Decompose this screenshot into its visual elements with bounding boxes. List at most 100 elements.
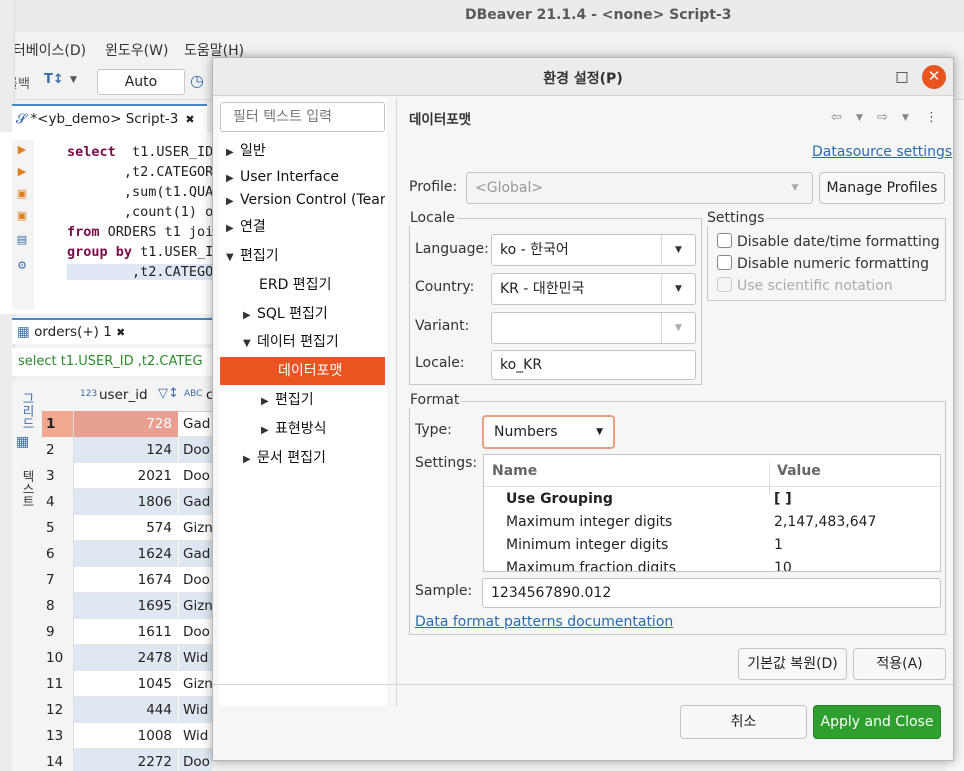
category-cell: Gad bbox=[179, 541, 212, 567]
disable-numeric-checkbox[interactable]: Disable numeric formatting bbox=[717, 255, 929, 272]
table-row[interactable]: 13 1008 Wid bbox=[42, 723, 212, 749]
execute-icon[interactable]: ▶ bbox=[16, 144, 28, 156]
variant-combo[interactable]: ▼ bbox=[491, 312, 696, 344]
chevron-down-icon[interactable]: ▼ bbox=[70, 75, 77, 99]
tree-item-label: ERD 편집기 bbox=[259, 277, 332, 293]
sample-input[interactable]: 1234567890.012 bbox=[482, 578, 941, 608]
column-header-user-id[interactable]: user_id bbox=[99, 387, 148, 403]
explain-icon[interactable]: ▣ bbox=[16, 210, 28, 222]
tree-item-version-control[interactable]: ▶ Version Control (Team) bbox=[226, 187, 385, 213]
table-row[interactable]: 11 1045 Gizn bbox=[42, 671, 212, 697]
scientific-notation-checkbox[interactable]: Use scientific notation bbox=[717, 277, 893, 294]
more-menu-icon[interactable]: ⋮ bbox=[925, 110, 938, 125]
country-combo[interactable]: KR - 대한민국 ▼ bbox=[491, 273, 696, 305]
execute-statement-icon[interactable]: ▶ bbox=[16, 166, 28, 178]
language-combo[interactable]: ko - 한국어 ▼ bbox=[491, 234, 696, 266]
profile-combo[interactable]: <Global> ▼ bbox=[466, 172, 813, 204]
tree-item-sql-editor[interactable]: ▶ SQL 편집기 bbox=[243, 301, 328, 327]
table-row[interactable]: 12 444 Wid bbox=[42, 697, 212, 723]
table-row[interactable]: 14 2272 Doo bbox=[42, 749, 212, 771]
tree-filter-input[interactable]: 필터 텍스트 입력 bbox=[220, 102, 385, 132]
code-keyword: group by bbox=[67, 244, 133, 260]
sort-filter-icon[interactable]: ▽↕ bbox=[158, 386, 179, 401]
results-tab[interactable]: ▦ orders(+) 1 ✖ bbox=[12, 318, 212, 344]
table-row[interactable]: 9 1611 Doo bbox=[42, 619, 212, 645]
close-icon[interactable]: ✖ bbox=[116, 326, 125, 339]
datasource-settings-link[interactable]: Datasource settings bbox=[812, 144, 952, 160]
commit-mode-combo[interactable]: Auto bbox=[97, 69, 185, 95]
language-value: ko - 한국어 bbox=[500, 242, 569, 258]
tree-item-data-format[interactable]: 데이터포맷 bbox=[220, 357, 385, 385]
menu-window[interactable]: 윈도우(W) bbox=[105, 40, 168, 60]
checkbox-label: Disable date/time formatting bbox=[737, 234, 940, 250]
category-cell: Doo bbox=[183, 624, 210, 640]
chevron-down-icon: ▼ bbox=[661, 274, 695, 304]
row-number: 5 bbox=[42, 515, 74, 541]
grid-view-tab[interactable]: 그리드 bbox=[15, 392, 37, 430]
category-cell: Doo bbox=[183, 468, 210, 484]
table-row[interactable]: 2 124 Doo bbox=[42, 437, 212, 463]
table-row[interactable]: 7 1674 Doo bbox=[42, 567, 212, 593]
chevron-down-icon[interactable]: ▼ bbox=[902, 113, 909, 123]
format-docs-link[interactable]: Data format patterns documentation bbox=[415, 614, 673, 630]
table-row[interactable]: 10 2478 Wid bbox=[42, 645, 212, 671]
cancel-button[interactable]: 취소 bbox=[680, 705, 807, 739]
document-icon[interactable]: ▤ bbox=[16, 234, 28, 246]
table-row[interactable]: 5 574 Gizn bbox=[42, 515, 212, 541]
setting-value: 2,147,483,647 bbox=[774, 514, 877, 530]
category-cell: Doo bbox=[183, 572, 210, 588]
tree-item-connections[interactable]: ▶ 연결 bbox=[226, 214, 266, 240]
restore-defaults-button[interactable]: 기본값 복원(D) bbox=[738, 648, 847, 680]
editor-tab[interactable]: 𝓢 *<yb_demo> Script-3 ✖ bbox=[12, 104, 207, 132]
tree-item-editors[interactable]: ▼ 편집기 bbox=[226, 243, 279, 269]
disable-datetime-checkbox[interactable]: Disable date/time formatting bbox=[717, 233, 940, 250]
close-dialog-icon[interactable]: ✕ bbox=[922, 65, 946, 89]
locale-input[interactable]: ko_KR bbox=[491, 350, 696, 380]
grid-header: 123 user_id ▽↕ ABC c bbox=[42, 380, 213, 412]
apply-and-close-button[interactable]: Apply and Close bbox=[813, 705, 941, 739]
table-row[interactable]: Use Grouping [ ] bbox=[484, 488, 940, 511]
table-row[interactable]: Maximum integer digits 2,147,483,647 bbox=[484, 511, 940, 534]
grid-icon: ▦ bbox=[16, 434, 30, 450]
code-line: ,sum(t1.QUA bbox=[67, 184, 214, 200]
chevron-right-icon: ▶ bbox=[261, 396, 269, 407]
checkbox-box bbox=[717, 233, 732, 248]
user-id-cell: 728 bbox=[74, 411, 178, 437]
maximize-icon[interactable]: □ bbox=[891, 66, 913, 88]
tree-item-general[interactable]: ▶ 일반 bbox=[226, 138, 266, 164]
back-arrow-icon[interactable]: ⇦ bbox=[831, 110, 842, 125]
tree-item-erd-editor[interactable]: ERD 편집기 bbox=[259, 272, 331, 298]
transaction-mode-icon[interactable]: T↕ bbox=[44, 72, 64, 96]
execute-script-icon[interactable]: ▣ bbox=[16, 188, 28, 200]
tree-item-presentation[interactable]: ▶ 표현방식 bbox=[261, 416, 327, 442]
manage-profiles-button[interactable]: Manage Profiles bbox=[819, 172, 945, 204]
table-row[interactable]: 3 2021 Doo bbox=[42, 463, 212, 489]
table-row[interactable]: 8 1695 Gizn bbox=[42, 593, 212, 619]
setting-name: Minimum integer digits bbox=[506, 537, 669, 553]
table-row[interactable]: 6 1624 Gad bbox=[42, 541, 212, 567]
apply-button[interactable]: 적용(A) bbox=[853, 648, 946, 680]
forward-arrow-icon[interactable]: ⇨ bbox=[877, 110, 888, 125]
type-combo[interactable]: Numbers ▼ bbox=[482, 415, 615, 449]
footer-separator bbox=[213, 684, 953, 685]
history-icon[interactable]: ◷ bbox=[190, 71, 204, 95]
close-icon[interactable]: ✖ bbox=[185, 113, 194, 126]
tree-item-data-editor-editors[interactable]: ▶ 편집기 bbox=[261, 387, 314, 413]
tree-item-data-editor[interactable]: ▼ 데이터 편집기 bbox=[243, 329, 339, 355]
format-settings-table[interactable]: Name Value Use Grouping [ ] Maximum integ… bbox=[483, 454, 941, 572]
table-row[interactable]: Minimum integer digits 1 bbox=[484, 534, 940, 557]
text-view-tab[interactable]: 텍스트 bbox=[15, 470, 37, 508]
result-filter-bar[interactable]: select t1.USER_ID ,t2.CATEG bbox=[12, 348, 212, 376]
tree-item-document-editor[interactable]: ▶ 문서 편집기 bbox=[243, 445, 326, 471]
chevron-down-icon: ▼ bbox=[226, 252, 234, 263]
code-keyword: select bbox=[67, 144, 116, 160]
sql-file-icon: 𝓢 bbox=[16, 111, 27, 127]
chevron-down-icon[interactable]: ▼ bbox=[856, 113, 863, 123]
checkbox-label: Disable numeric formatting bbox=[737, 256, 930, 272]
table-row[interactable]: Maximum fraction digits 10 bbox=[484, 557, 940, 571]
gear-icon[interactable]: ⚙ bbox=[16, 260, 28, 272]
table-row[interactable]: 1 728 Gad bbox=[42, 411, 212, 437]
row-number: 1 bbox=[42, 411, 74, 437]
table-row[interactable]: 4 1806 Gad bbox=[42, 489, 212, 515]
row-number: 13 bbox=[42, 723, 74, 749]
